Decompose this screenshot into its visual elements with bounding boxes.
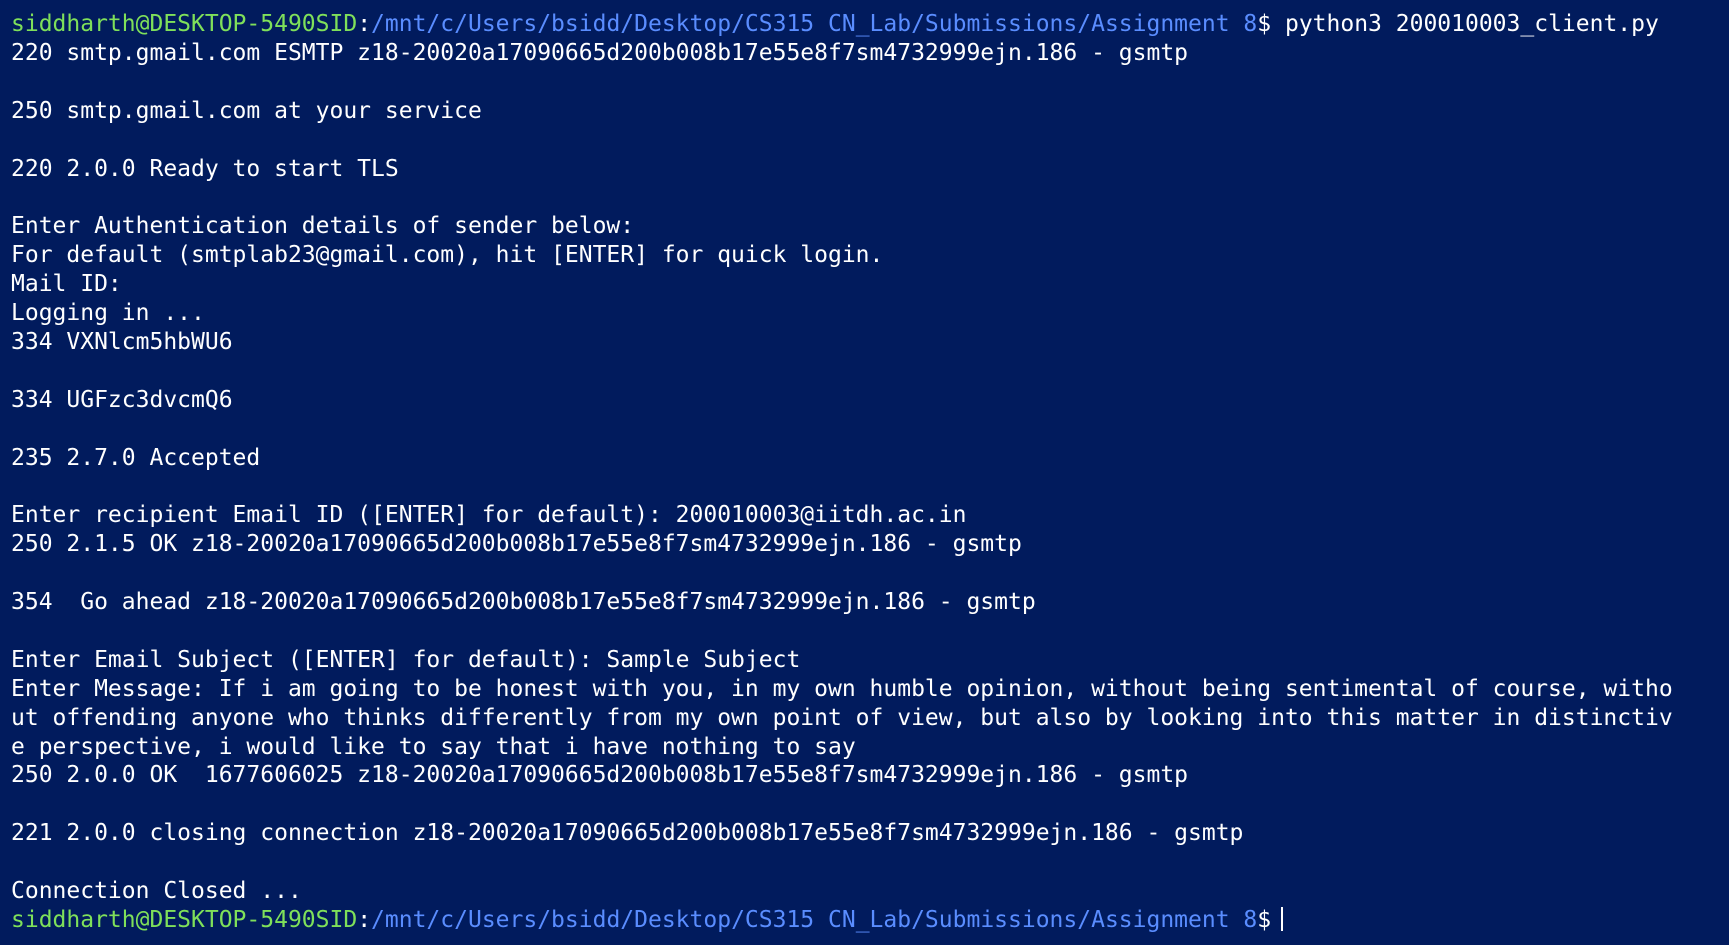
prompt-path: /mnt/c/Users/bsidd/Desktop/CS315 CN_Lab/… (371, 11, 1258, 37)
text-cursor[interactable] (1281, 906, 1284, 931)
output-line: 250 2.1.5 OK z18-20020a17090665d200b008b… (11, 531, 1022, 558)
output-line: ut offending anyone who thinks different… (11, 704, 1673, 731)
command-prompt-line: siddharth@DESKTOP-5490SID:/mnt/c/Users/b… (11, 10, 1729, 39)
output-line: 220 smtp.gmail.com ESMTP z18-20020a17090… (11, 39, 1189, 66)
output-line: 334 UGFzc3dvcmQ6 (11, 386, 233, 413)
output-line: Enter Authentication details of sender b… (11, 213, 635, 240)
prompt-symbol: $ (1257, 906, 1272, 933)
prompt-path: /mnt/c/Users/bsidd/Desktop/CS315 CN_Lab/… (371, 906, 1258, 933)
output-line: 221 2.0.0 closing connection z18-20020a1… (11, 820, 1244, 847)
output-line: Logging in ... (11, 300, 205, 327)
output-line: 235 2.7.0 Accepted (11, 444, 261, 471)
output-line: 220 2.0.0 Ready to start TLS (11, 155, 399, 182)
output-line: 250 2.0.0 OK 1677606025 z18-20020a170906… (11, 762, 1189, 789)
prompt-separator: : (357, 906, 372, 933)
output-line: Mail ID: (11, 271, 122, 298)
terminal-output: 220 smtp.gmail.com ESMTP z18-20020a17090… (11, 39, 1729, 906)
output-line: Enter Message: If i am going to be hones… (11, 675, 1673, 702)
terminal-window[interactable]: siddharth@DESKTOP-5490SID:/mnt/c/Users/b… (0, 0, 1729, 945)
active-prompt-line[interactable]: siddharth@DESKTOP-5490SID:/mnt/c/Users/b… (11, 906, 1729, 935)
output-line: Connection Closed ... (11, 878, 302, 905)
prompt-separator: : (357, 11, 372, 37)
prompt-user-host: siddharth@DESKTOP-5490SID (11, 906, 358, 933)
prompt-command: python3 200010003_client.py (1271, 11, 1659, 37)
output-line: Enter Email Subject ([ENTER] for default… (11, 646, 801, 673)
output-line: 334 VXNlcm5hbWU6 (11, 328, 233, 355)
output-line: e perspective, i would like to say that … (11, 733, 856, 760)
output-line: 354 Go ahead z18-20020a17090665d200b008b… (11, 589, 1036, 616)
output-line: Enter recipient Email ID ([ENTER] for de… (11, 502, 967, 529)
prompt-user-host: siddharth@DESKTOP-5490SID (11, 11, 358, 37)
output-line: For default (smtplab23@gmail.com), hit [… (11, 242, 884, 269)
prompt-symbol: $ (1257, 11, 1272, 37)
output-line: 250 smtp.gmail.com at your service (11, 97, 482, 124)
